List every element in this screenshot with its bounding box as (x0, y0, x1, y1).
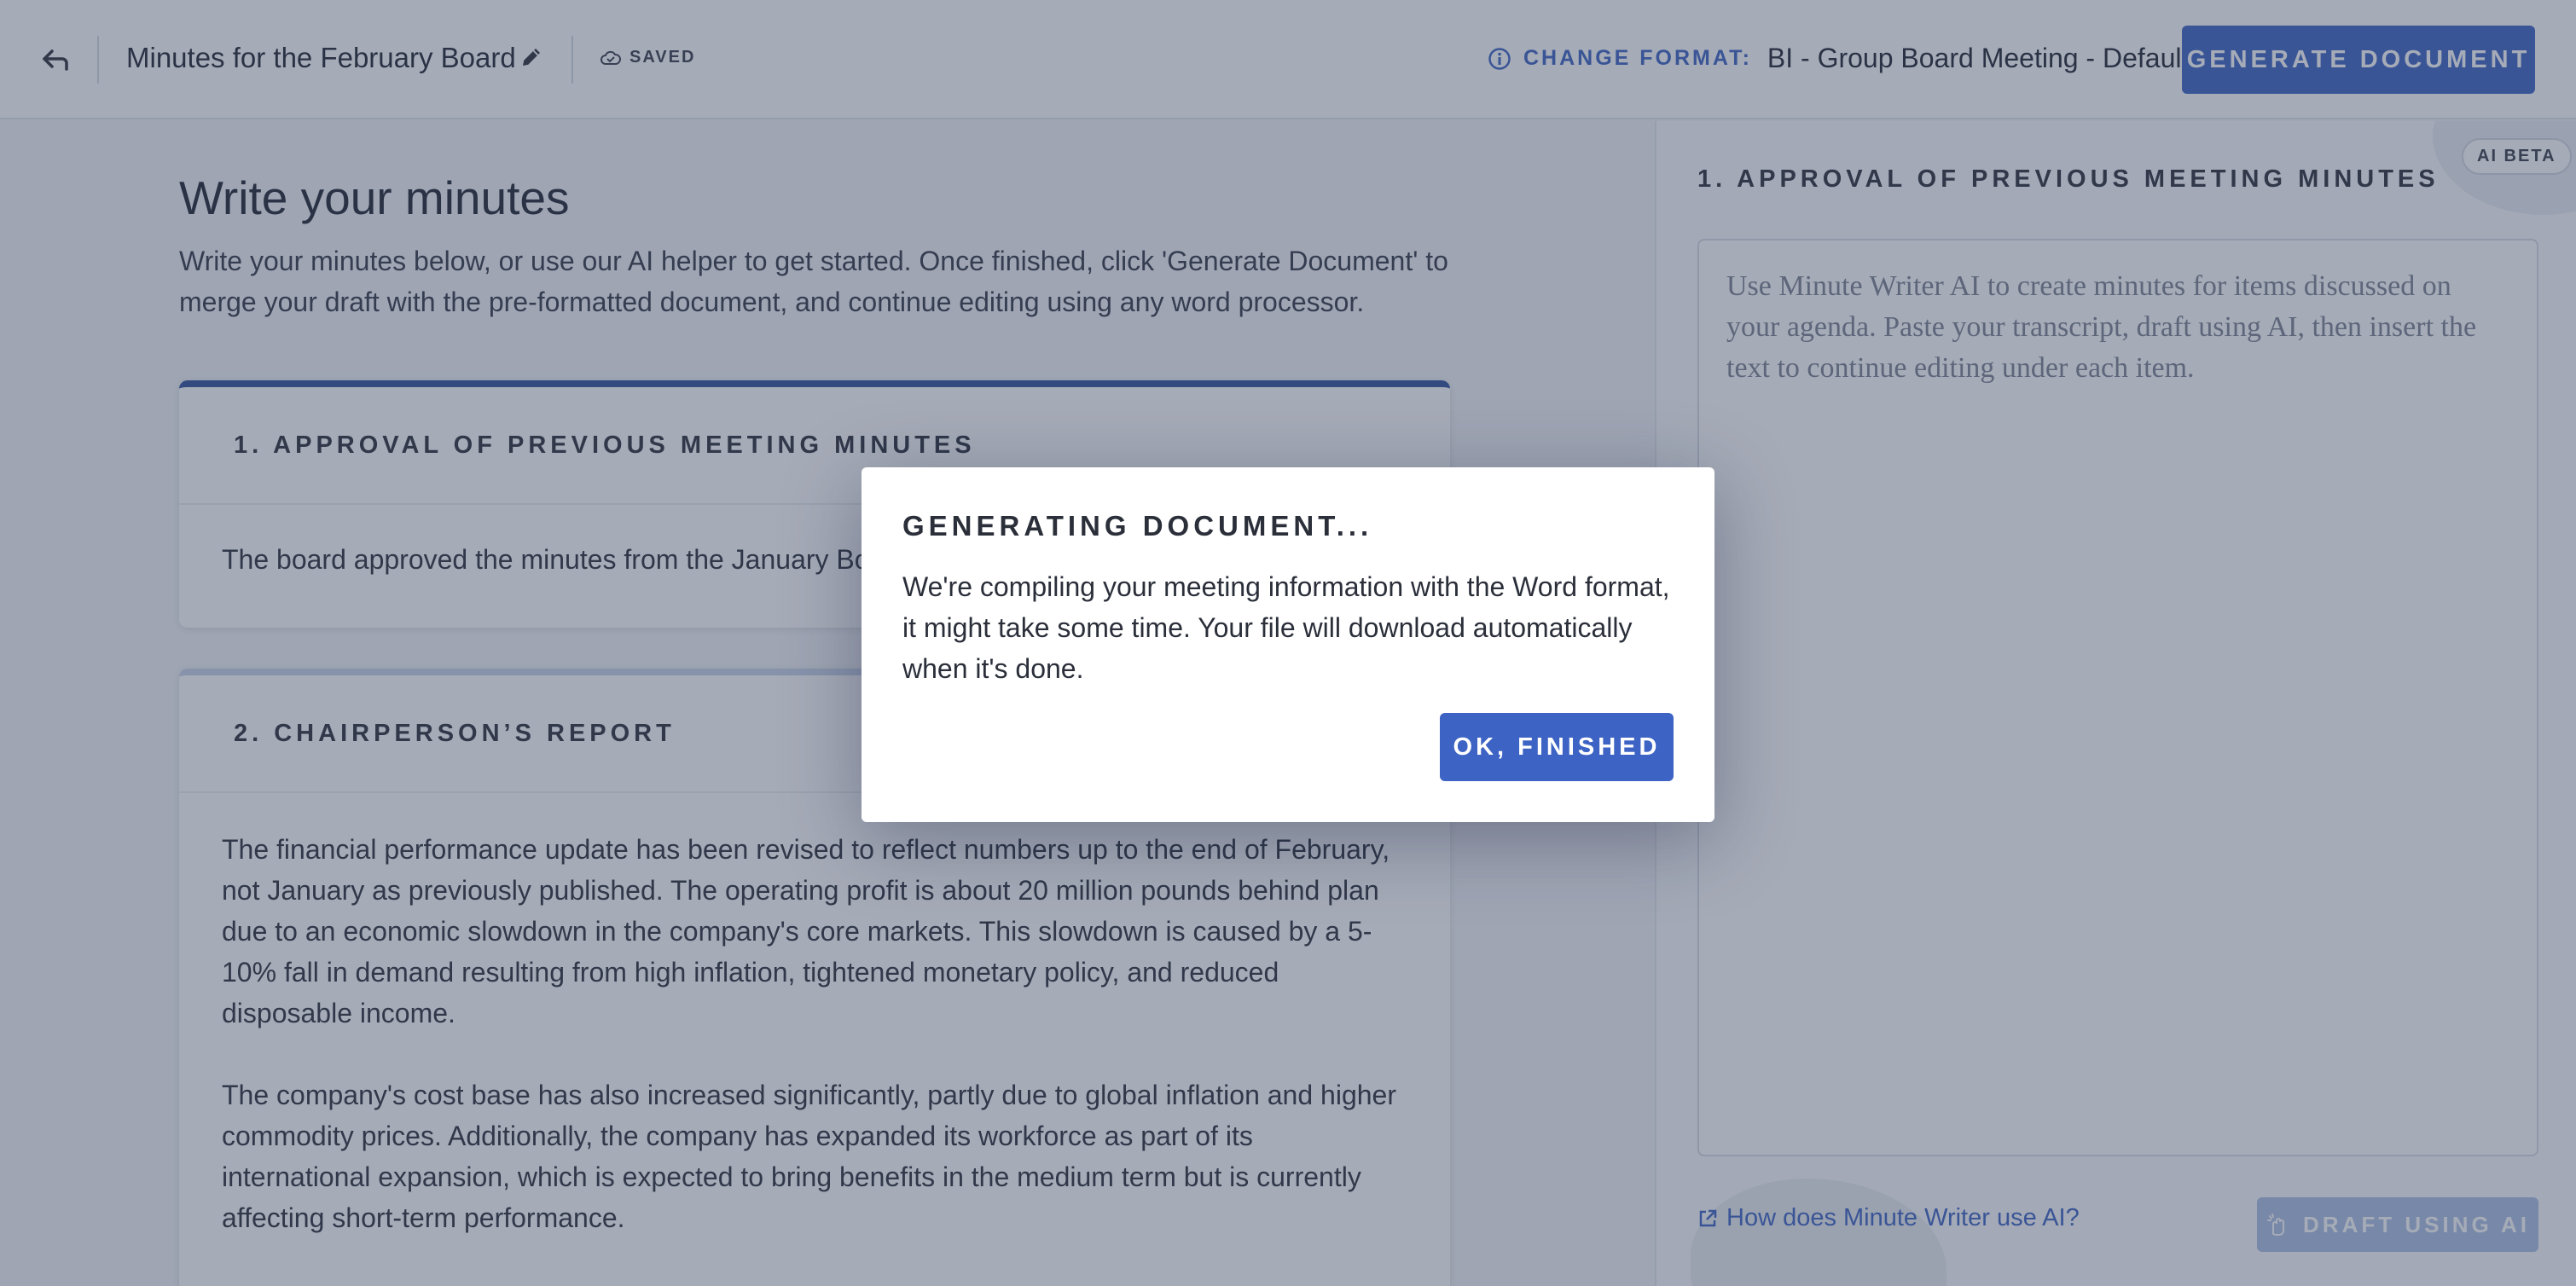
dialog-title: GENERATING DOCUMENT... (902, 510, 1373, 542)
ok-finished-button[interactable]: OK, FINISHED (1440, 713, 1674, 781)
dialog-message: We're compiling your meeting information… (902, 571, 1670, 684)
generating-document-dialog: GENERATING DOCUMENT... We're compiling y… (862, 467, 1714, 822)
